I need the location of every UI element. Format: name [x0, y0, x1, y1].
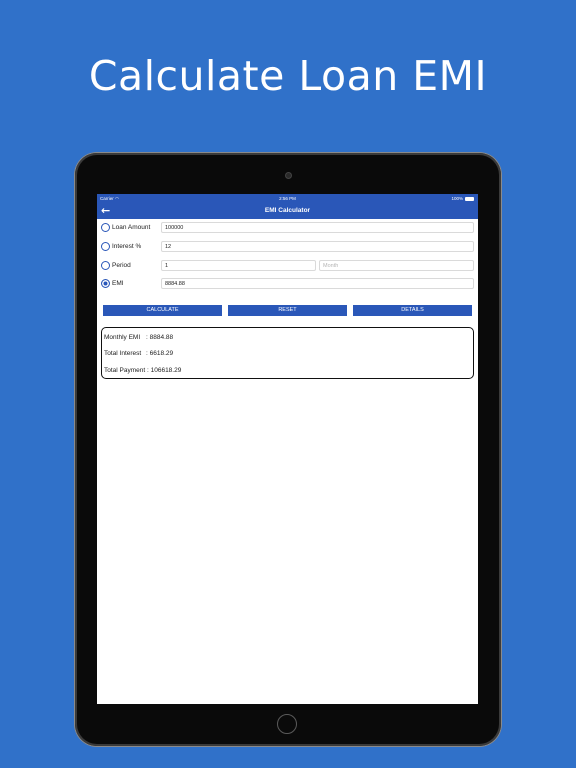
home-button[interactable]: [277, 714, 297, 734]
emi-row: EMI 8884.88: [101, 278, 475, 289]
total-payment-value: : 106618.29: [147, 367, 182, 374]
period-row: Period 1 Month: [101, 260, 475, 271]
details-button[interactable]: DETAILS: [353, 305, 472, 316]
interest-input[interactable]: 12: [161, 241, 474, 252]
app-screen: Carrier ◠ 2:56 PM 100% ← EMI Calculator …: [97, 194, 478, 704]
monthly-emi-result: Monthly EMI : 8884.88: [104, 333, 173, 342]
interest-row: Interest % 12: [101, 241, 475, 252]
emi-input[interactable]: 8884.88: [161, 278, 474, 289]
monthly-emi-value: : 8884.88: [146, 334, 174, 341]
status-time: 2:56 PM: [279, 196, 296, 201]
period-label: Period: [112, 262, 131, 269]
reset-button[interactable]: RESET: [228, 305, 347, 316]
headline: Calculate Loan EMI: [88, 52, 488, 100]
total-interest-result: Total Interest : 6618.29: [104, 349, 173, 358]
battery-percent: 100%: [451, 196, 463, 201]
results-panel: Monthly EMI : 8884.88 Total Interest : 6…: [101, 327, 474, 379]
calculate-button[interactable]: CALCULATE: [103, 305, 222, 316]
emi-label: EMI: [112, 280, 124, 287]
status-bar: Carrier ◠ 2:56 PM 100%: [97, 194, 478, 203]
period-radio[interactable]: [101, 261, 110, 270]
navigation-bar: ← EMI Calculator: [97, 203, 478, 219]
period-input[interactable]: 1: [161, 260, 316, 271]
battery-status: 100%: [451, 194, 474, 203]
period-unit-select[interactable]: Month: [319, 260, 474, 271]
loan-amount-label: Loan Amount: [112, 224, 151, 231]
interest-radio[interactable]: [101, 242, 110, 251]
nav-title: EMI Calculator: [264, 207, 311, 214]
emi-radio[interactable]: [101, 279, 110, 288]
total-interest-label: Total Interest: [104, 350, 142, 357]
total-payment-label: Total Payment: [104, 367, 146, 374]
camera-icon: [285, 172, 292, 179]
total-interest-value: : 6618.29: [146, 350, 174, 357]
interest-label: Interest %: [112, 243, 142, 250]
total-payment-result: Total Payment : 106618.29: [104, 366, 181, 375]
loan-amount-radio[interactable]: [101, 223, 110, 232]
loan-amount-row: Loan Amount 100000: [101, 222, 475, 233]
monthly-emi-label: Monthly EMI: [104, 334, 141, 341]
loan-amount-input[interactable]: 100000: [161, 222, 474, 233]
battery-icon: [465, 196, 474, 201]
